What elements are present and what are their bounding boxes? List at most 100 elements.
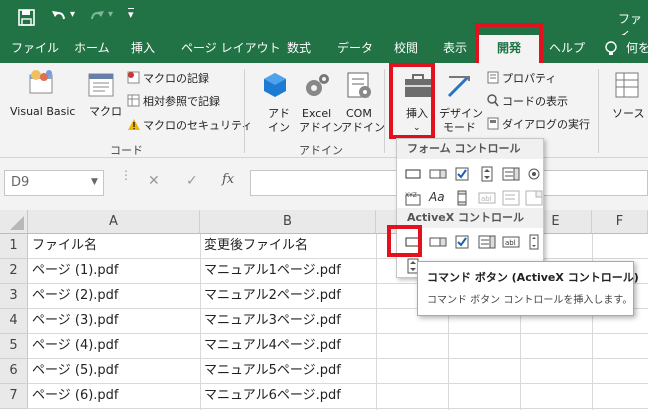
redo-icon[interactable] [88, 8, 106, 26]
macro-button[interactable]: マクロ [89, 105, 122, 118]
cell-b1[interactable]: 変更後ファイル名 [201, 234, 375, 258]
row-header[interactable]: 5 [0, 334, 28, 359]
record-macro-icon [127, 71, 140, 84]
design-mode-line1[interactable]: デザイン [439, 107, 483, 120]
button-control-icon[interactable] [404, 166, 422, 182]
title-bar: ▾ ▾ ▾ ファイ [0, 0, 648, 43]
activex-combo-box-icon[interactable] [429, 234, 447, 250]
chevron-down-icon[interactable]: ▼ [91, 177, 98, 187]
cell-a6[interactable]: ページ (5).pdf [29, 359, 199, 383]
addin-button-line2[interactable]: イン [268, 121, 290, 134]
group-box-icon[interactable]: XYZ [404, 190, 422, 206]
list-box-icon[interactable] [502, 166, 520, 182]
activex-scroll-bar-icon[interactable] [525, 234, 543, 250]
name-box[interactable]: D9 ▼ [4, 170, 104, 196]
select-all-corner[interactable] [0, 210, 28, 234]
activex-list-box-icon[interactable] [478, 234, 496, 250]
source-button[interactable]: ソース [612, 107, 644, 120]
addin-group-label: アドイン [299, 144, 343, 157]
option-button-icon[interactable] [525, 166, 543, 182]
cell-b5[interactable]: マニュアル4ページ.pdf [201, 334, 375, 358]
combo-list-icon[interactable] [502, 190, 520, 206]
ribbon: Visual Basic マクロ マクロの記録 相対参照で記録 マクロのセキュリ… [0, 63, 648, 158]
scroll-bar-icon[interactable] [453, 190, 471, 206]
design-mode-line2[interactable]: モード [443, 121, 476, 134]
relative-reference-button[interactable]: 相対参照で記録 [143, 95, 220, 108]
com-addin-line2[interactable]: アドイン [341, 121, 385, 134]
cell-a3[interactable]: ページ (2).pdf [29, 284, 199, 308]
ribbon-tabs: ファイル ホーム 挿入 ページ レイアウト 数式 データ 校閲 表示 開発 ヘル… [0, 35, 648, 63]
tab-formulas[interactable]: 数式 [287, 35, 311, 63]
com-addin-icon [345, 71, 373, 99]
cell-a7[interactable]: ページ (6).pdf [29, 384, 199, 408]
activex-checkbox-icon[interactable] [453, 234, 471, 250]
row-header[interactable]: 1 [0, 234, 28, 259]
tooltip: コマンド ボタン (ActiveX コントロール) コマンド ボタン コントロー… [417, 261, 639, 316]
tab-help[interactable]: ヘルプ [549, 35, 585, 63]
insert-function-icon[interactable]: fx [222, 172, 234, 187]
save-icon[interactable] [18, 9, 35, 26]
excel-addin-line2[interactable]: アドイン [299, 121, 343, 134]
row-header[interactable]: 2 [0, 259, 28, 284]
tell-me-search[interactable]: 何を [626, 35, 648, 63]
lightbulb-icon[interactable] [604, 41, 618, 57]
warning-icon [127, 118, 141, 131]
column-header-b[interactable]: B [200, 210, 376, 234]
combo-dropdown-icon[interactable] [525, 190, 543, 206]
tab-page-layout[interactable]: ページ レイアウト [181, 35, 281, 63]
undo-dropdown-icon[interactable]: ▾ [70, 9, 75, 20]
tab-insert[interactable]: 挿入 [131, 35, 155, 63]
activex-text-box-icon[interactable]: abl [502, 234, 520, 250]
cell-a4[interactable]: ページ (3).pdf [29, 309, 199, 333]
cell-b3[interactable]: マニュアル2ページ.pdf [201, 284, 375, 308]
relative-reference-icon [127, 94, 140, 107]
combo-box-icon[interactable] [429, 166, 447, 182]
column-header-a[interactable]: A [28, 210, 200, 234]
cancel-icon[interactable]: ✕ [148, 173, 160, 189]
enter-icon[interactable]: ✓ [186, 173, 198, 189]
source-icon [614, 71, 640, 99]
more-handle-icon[interactable]: ⋮ [120, 169, 132, 181]
macro-icon [87, 71, 115, 99]
command-button-highlight [387, 225, 422, 257]
com-addin-line1[interactable]: COM [346, 107, 372, 120]
cell-b4[interactable]: マニュアル3ページ.pdf [201, 309, 375, 333]
label-control-icon[interactable]: Aa [429, 190, 445, 204]
excel-addin-gear-icon [303, 71, 331, 99]
cell-b2[interactable]: マニュアル1ページ.pdf [201, 259, 375, 283]
tab-review[interactable]: 校閲 [394, 35, 418, 63]
visual-basic-button[interactable]: Visual Basic [10, 105, 75, 118]
cell-b6[interactable]: マニュアル5ページ.pdf [201, 359, 375, 383]
text-field-icon[interactable]: abl [478, 190, 496, 206]
undo-icon[interactable] [50, 8, 68, 26]
addin-button-line1[interactable]: アド [268, 107, 290, 120]
row-header[interactable]: 6 [0, 359, 28, 384]
tooltip-title: コマンド ボタン (ActiveX コントロール) [427, 271, 639, 284]
cell-a5[interactable]: ページ (4).pdf [29, 334, 199, 358]
cell-a2[interactable]: ページ (1).pdf [29, 259, 199, 283]
svg-text:abl: abl [481, 195, 492, 203]
row-header[interactable]: 3 [0, 284, 28, 309]
record-macro-button[interactable]: マクロの記録 [143, 72, 209, 85]
spin-button-icon[interactable] [478, 166, 496, 182]
column-header-f[interactable]: F [592, 210, 648, 234]
tab-home[interactable]: ホーム [74, 35, 110, 63]
row-header[interactable]: 7 [0, 384, 28, 409]
view-code-button[interactable]: コードの表示 [502, 95, 568, 108]
macro-security-button[interactable]: マクロのセキュリティ [143, 119, 252, 132]
properties-button[interactable]: プロパティ [502, 72, 556, 85]
redo-dropdown-icon[interactable]: ▾ [108, 9, 113, 20]
customize-qat-icon[interactable]: ▾ [128, 8, 134, 21]
excel-addin-line1[interactable]: Excel [302, 107, 331, 120]
group-separator [598, 69, 599, 153]
checkbox-icon[interactable] [453, 166, 471, 182]
row-header[interactable]: 4 [0, 309, 28, 334]
design-mode-icon [446, 73, 472, 99]
cell-b7[interactable]: マニュアル6ページ.pdf [201, 384, 375, 408]
tab-view[interactable]: 表示 [443, 35, 467, 63]
tab-file[interactable]: ファイル [11, 35, 59, 63]
cell-a1[interactable]: ファイル名 [29, 234, 199, 258]
group-separator [244, 69, 245, 153]
tab-data[interactable]: データ [337, 35, 373, 63]
run-dialog-button[interactable]: ダイアログの実行 [502, 118, 590, 131]
